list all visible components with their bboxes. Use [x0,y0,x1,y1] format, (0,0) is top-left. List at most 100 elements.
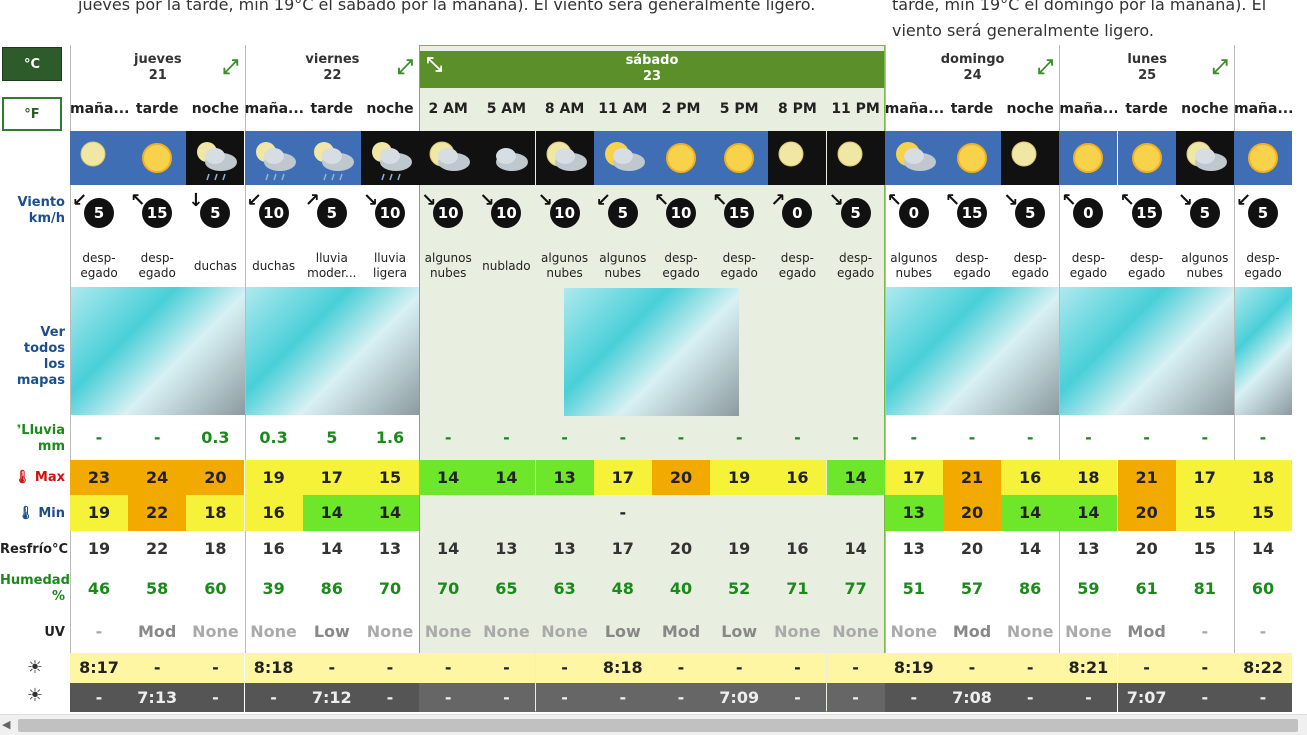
wind-direction-icon: ↓ [188,190,204,211]
wind-speed: 5 [210,204,221,222]
sun-moon-icon [70,131,128,185]
rain-value: - [968,428,976,447]
sunrise-time: - [710,653,769,683]
min-temp: 22 [128,495,187,531]
max-temp: 14 [419,460,478,495]
wind-direction-icon: ↘ [363,190,379,211]
feels-like-value: 17 [611,539,634,558]
min-temp: 14 [361,495,419,531]
wind-speed: 5 [1257,204,1269,222]
uv-value: Low [604,622,641,641]
horizontal-scrollbar[interactable]: ◀ [0,714,1307,735]
max-temp: 16 [768,460,827,495]
feels-like-value: 16 [262,539,285,558]
min-temp [710,495,768,531]
humidity-value: 60 [1251,579,1275,598]
sunrise-time: - [535,653,594,683]
uv-value: Mod [1127,622,1166,641]
sunset-time: 7:08 [943,683,1001,712]
condition-text: desp-egado [1127,251,1166,280]
sunrise-time: 8:18 [244,653,303,683]
rain-value: 1.6 [375,428,405,447]
min-temp: 15 [1175,495,1234,531]
forecast-column: 2 AM 10 ↘ algunos nubes -14 14 70 None - - [419,45,478,712]
uv-value: - [1259,622,1267,641]
min-temp: 14 [302,495,361,531]
max-temp: 15 [361,460,419,495]
wind-speed-badge: 10 ↘ [538,190,580,228]
rain-value: 0.3 [201,428,230,447]
sunset-time: - [535,683,594,712]
period-label: noche [1006,101,1054,117]
max-temp: 17 [302,460,361,495]
forecast-column: 11 AM 5 ↙ algunos nubes -17-17 48 Low 8:18- [593,45,652,712]
sun-icon [128,131,187,185]
wind-speed: 5 [1024,204,1036,222]
max-temp: 20 [652,460,710,495]
forecast-column: tarde 5 ↗ lluvia moder... 5 17 14 14 86 Low -7:12 [302,45,361,712]
sunrise-time: - [128,653,187,683]
uv-value: None [832,622,879,641]
sunset-time: 7:13 [128,683,187,712]
moon-icon [1001,131,1060,185]
scroll-left-icon[interactable]: ◀ [2,718,10,731]
wind-cell: 15 ↖ [1118,185,1176,241]
wind-direction-icon: ↘ [421,190,437,211]
min-temp: 18 [186,495,245,531]
feels-like-label: Resfrío°C [0,542,69,557]
wind-speed: 0 [792,204,803,222]
moon-cloud-icon [1175,131,1234,185]
forecast-column: noche 5 ↘ algunos nubes -17 15 15 81- - - [1175,45,1234,712]
max-temp: 13 [535,460,594,495]
wind-cell: 0 ↖ [1059,185,1117,241]
humidity-value: 61 [1135,579,1158,598]
min-temp: - [619,503,627,522]
wind-cell: 5 ↘ [1176,185,1234,241]
humidity-value: 70 [378,579,402,598]
period-label: 11 AM [598,101,648,117]
moon-icon [826,131,885,185]
min-temp [827,495,885,531]
period-label: tarde [135,101,179,117]
forecast-column: 5 PM 15 ↖ desp-egado -19 19 52 Low -7:09 [710,45,769,712]
period-label: maña... [1059,101,1118,117]
wind-speed-badge: 15 ↖ [1120,190,1162,228]
wind-speed-badge: 5 ↙ [1236,190,1278,228]
uv-label: UV [44,625,65,640]
sunrise-time: 8:22 [1234,653,1292,683]
wind-speed: 5 [617,204,629,222]
wind-speed-badge: 5 ↘ [1178,190,1220,228]
wind-cell: 0 ↖ [885,185,943,241]
scrollbar-thumb[interactable] [18,719,1298,732]
humidity-value: 60 [204,579,227,598]
celsius-button[interactable]: °C [2,47,62,81]
wind-cell: 5 ↙ [1234,185,1292,241]
sunset-time: - [593,683,652,712]
condition-text: algunos nubes [890,251,938,280]
wind-direction-icon: ↘ [828,190,844,211]
wind-speed: 0 [908,204,920,222]
condition-text: duchas [252,258,296,273]
sunrise-time: 8:21 [1059,653,1118,683]
fahrenheit-button[interactable]: °F [2,97,62,131]
sun-icon [943,131,1001,185]
condition-text: nublado [482,258,531,273]
humidity-label: Humedad% [0,573,70,604]
wind-direction-icon: ↙ [595,190,611,211]
condition-text: duchas [193,258,237,273]
wind-speed: 5 [93,204,105,222]
feels-like-value: 13 [495,539,518,558]
forecast-column: noche 5 ↓ duchas 0.3 20 18 18 60 None - - [186,45,245,712]
rain-value: - [1143,428,1150,447]
period-label: 11 PM [831,101,880,117]
sunrise-time: 8:17 [70,653,128,683]
all-maps-link[interactable]: Ver todos los mapas [0,325,70,389]
rain-value: 0.3 [259,428,288,447]
sunrise-time: - [1001,653,1060,683]
min-temp: 15 [1234,495,1292,531]
sunset-time: - [1001,683,1060,712]
forecast-column: maña... 10 ↙ duchas 0.3 19 16 16 39 None 8:18- [244,45,303,712]
wind-speed: 15 [146,204,168,222]
uv-value: None [192,622,239,641]
wind-speed-badge: 0 ↖ [1061,190,1104,228]
